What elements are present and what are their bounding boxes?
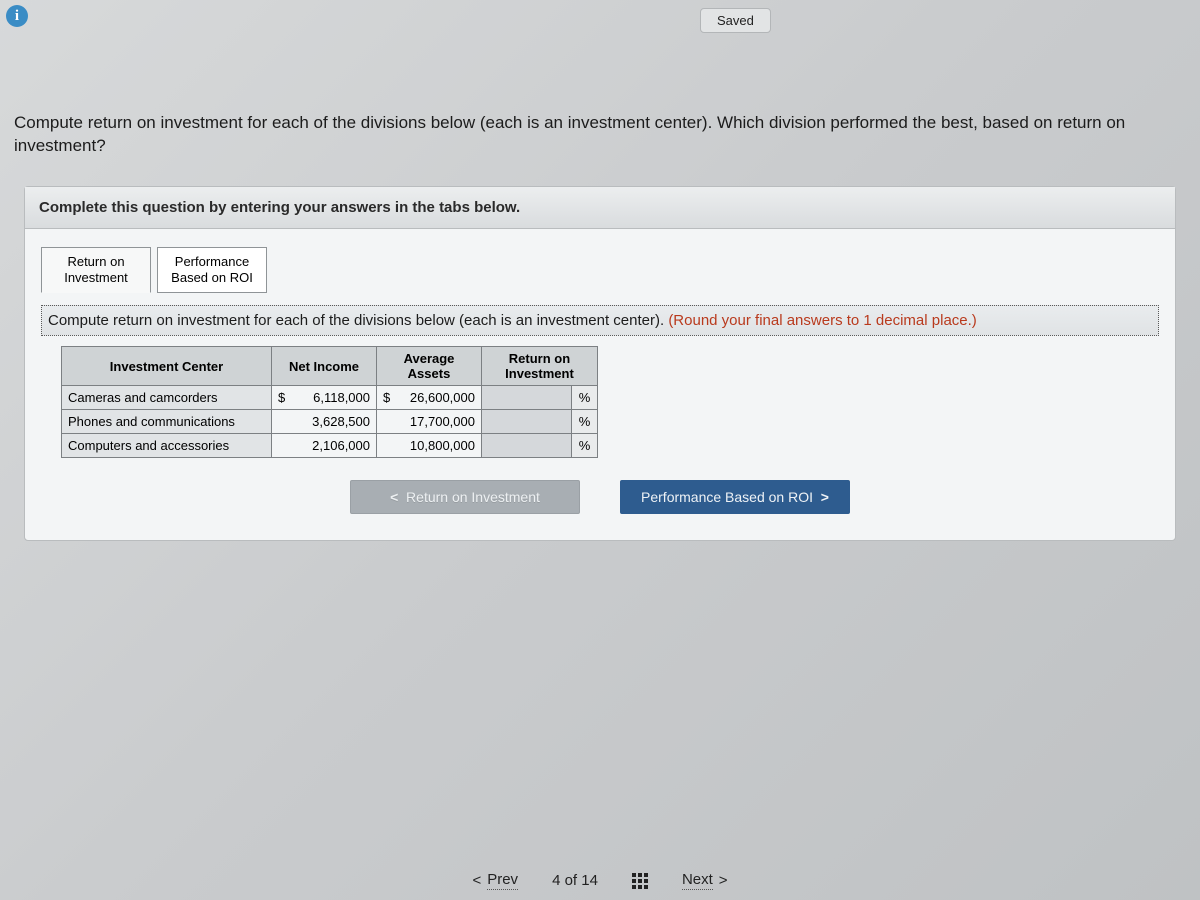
tab-roi-line2: Investment <box>64 270 128 285</box>
prev-tab-label: Return on Investment <box>406 489 540 505</box>
answer-panel: Complete this question by entering your … <box>24 186 1176 542</box>
th-income: Net Income <box>272 347 377 386</box>
currency-symbol: $ <box>278 390 285 405</box>
cell-assets: 17,700,000 <box>377 410 482 434</box>
cell-income: 3,628,500 <box>272 410 377 434</box>
th-center: Investment Center <box>62 347 272 386</box>
next-tab-button[interactable]: Performance Based on ROI > <box>620 480 850 514</box>
cell-value: 26,600,000 <box>410 390 475 405</box>
cell-value: 6,118,000 <box>313 390 370 405</box>
table-row: Computers and accessories 2,106,000 10,8… <box>62 434 598 458</box>
next-question-button[interactable]: Next > <box>682 871 728 890</box>
th-roi-l1: Return on <box>509 351 570 366</box>
currency-symbol: $ <box>383 390 390 405</box>
question-prompt: Compute return on investment for each of… <box>14 112 1186 158</box>
tab-perf-line1: Performance <box>175 254 249 269</box>
next-label: Next <box>682 871 713 890</box>
cell-income: $6,118,000 <box>272 386 377 410</box>
saved-badge: Saved <box>700 8 771 33</box>
table-row: Cameras and camcorders $6,118,000 $26,60… <box>62 386 598 410</box>
cell-income: 2,106,000 <box>272 434 377 458</box>
th-roi-l2: Investment <box>505 366 574 381</box>
tab-nav-row: < Return on Investment Performance Based… <box>41 480 1159 514</box>
prev-question-button[interactable]: < Prev <box>472 871 518 890</box>
cell-value: 17,700,000 <box>410 414 475 429</box>
th-assets: Average Assets <box>377 347 482 386</box>
tab-bar: Return on Investment Performance Based o… <box>41 247 1159 294</box>
roi-table: Investment Center Net Income Average Ass… <box>61 346 598 458</box>
prev-tab-button: < Return on Investment <box>350 480 580 514</box>
prev-label: Prev <box>487 871 518 890</box>
th-roi: Return on Investment <box>482 347 598 386</box>
roi-input[interactable] <box>482 434 572 458</box>
subprompt-text: Compute return on investment for each of… <box>48 312 668 329</box>
cell-assets: $26,600,000 <box>377 386 482 410</box>
tab-perf-line2: Based on ROI <box>171 270 253 285</box>
tab-return-on-investment[interactable]: Return on Investment <box>41 247 151 294</box>
cell-assets: 10,800,000 <box>377 434 482 458</box>
table-row: Phones and communications 3,628,500 17,7… <box>62 410 598 434</box>
tab-performance-roi[interactable]: Performance Based on ROI <box>157 247 267 294</box>
cell-center: Cameras and camcorders <box>62 386 272 410</box>
chevron-left-icon: < <box>390 489 398 505</box>
pct-label: % <box>572 410 598 434</box>
subprompt: Compute return on investment for each of… <box>41 305 1159 336</box>
chevron-right-icon: > <box>821 489 829 505</box>
cell-value: 3,628,500 <box>312 414 370 429</box>
cell-center: Phones and communications <box>62 410 272 434</box>
cell-value: 2,106,000 <box>312 438 370 453</box>
chevron-right-icon: > <box>719 872 728 889</box>
roi-input[interactable] <box>482 410 572 434</box>
next-tab-label: Performance Based on ROI <box>641 489 813 505</box>
panel-header: Complete this question by entering your … <box>25 187 1175 229</box>
subprompt-hint: (Round your final answers to 1 decimal p… <box>668 312 976 329</box>
info-icon[interactable]: i <box>6 5 28 27</box>
tab-roi-line1: Return on <box>67 254 124 269</box>
chevron-left-icon: < <box>472 872 481 889</box>
grid-icon[interactable] <box>632 873 648 889</box>
pct-label: % <box>572 434 598 458</box>
cell-center: Computers and accessories <box>62 434 272 458</box>
bottom-nav: < Prev 4 of 14 Next > <box>0 871 1200 890</box>
question-counter: 4 of 14 <box>552 872 598 889</box>
roi-input[interactable] <box>482 386 572 410</box>
cell-value: 10,800,000 <box>410 438 475 453</box>
pct-label: % <box>572 386 598 410</box>
